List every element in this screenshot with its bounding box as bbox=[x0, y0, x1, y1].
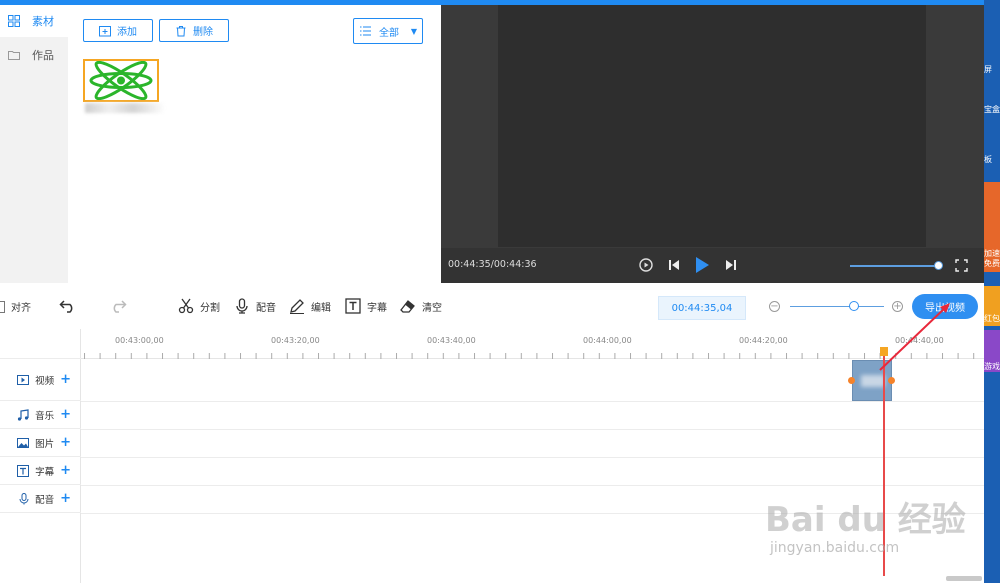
sidebar-item-label: 素材 bbox=[32, 15, 54, 28]
add-dub-icon[interactable]: + bbox=[60, 491, 71, 506]
track-subtitle: 字幕 + bbox=[0, 457, 81, 485]
clip-trim-handle-right[interactable] bbox=[888, 377, 895, 384]
zoom-slider-thumb[interactable] bbox=[849, 301, 859, 311]
preview-screen bbox=[498, 5, 926, 247]
atom-logo-image bbox=[89, 60, 153, 101]
add-video-icon[interactable]: + bbox=[60, 372, 71, 387]
sidebar-item-works[interactable]: 作品 bbox=[0, 39, 68, 71]
watermark-brand: Bai du 经验 bbox=[765, 500, 966, 540]
media-panel bbox=[68, 5, 440, 283]
add-button[interactable]: 添加 bbox=[83, 19, 153, 42]
dub-button[interactable]: 配音 bbox=[234, 298, 276, 314]
subtitle-button[interactable]: 字幕 bbox=[345, 298, 387, 314]
annotation-arrow bbox=[879, 303, 950, 371]
align-toggle[interactable]: 对齐 bbox=[0, 299, 31, 314]
redo-icon[interactable] bbox=[109, 298, 127, 314]
scissors-icon bbox=[178, 298, 194, 314]
track-header-spacer bbox=[0, 329, 81, 359]
sidebar-item-label: 作品 bbox=[32, 49, 54, 62]
trash-icon bbox=[176, 25, 186, 36]
clear-button[interactable]: 清空 bbox=[400, 298, 442, 314]
ruler-tick-label: 00:43:40,00 bbox=[427, 336, 476, 345]
add-music-icon[interactable]: + bbox=[60, 407, 71, 422]
music-icon bbox=[17, 408, 29, 421]
add-subtitle-icon[interactable]: + bbox=[60, 463, 71, 478]
clip-thumb-blurred bbox=[861, 375, 885, 387]
add-file-icon bbox=[99, 25, 111, 36]
text-box-icon bbox=[345, 298, 361, 314]
thumbnail-caption-blurred bbox=[85, 103, 165, 113]
ruler-ticks bbox=[81, 348, 984, 359]
mic-icon bbox=[19, 492, 29, 504]
preview-time: 00:44:35/00:44:36 bbox=[448, 259, 537, 270]
music-track-lane[interactable] bbox=[81, 402, 984, 430]
fullscreen-icon[interactable] bbox=[955, 259, 968, 272]
horizontal-scrollbar[interactable] bbox=[946, 576, 982, 581]
undo-icon[interactable] bbox=[59, 298, 77, 314]
replay-icon[interactable] bbox=[638, 257, 654, 273]
text-icon bbox=[17, 464, 30, 477]
filter-select[interactable]: 全部 ▼ bbox=[353, 18, 423, 44]
folder-icon bbox=[8, 51, 20, 60]
timecode-display: 00:44:35,04 bbox=[658, 296, 746, 320]
track-dub: 配音 + bbox=[0, 485, 81, 513]
add-image-icon[interactable]: + bbox=[60, 435, 71, 450]
edit-button[interactable]: 编辑 bbox=[289, 298, 331, 314]
sidebar-item-materials[interactable]: 素材 bbox=[0, 5, 68, 37]
play-icon[interactable] bbox=[694, 256, 710, 274]
image-track-lane[interactable] bbox=[81, 430, 984, 458]
ruler-tick-label: 00:44:00,00 bbox=[583, 336, 632, 345]
ruler-tick-label: 00:43:20,00 bbox=[271, 336, 320, 345]
volume-slider-thumb[interactable] bbox=[934, 261, 943, 270]
video-icon bbox=[17, 374, 30, 385]
checkbox-icon bbox=[0, 300, 5, 313]
zoom-out-icon[interactable]: − bbox=[769, 301, 780, 312]
mic-icon bbox=[236, 298, 248, 314]
eraser-icon bbox=[400, 300, 415, 313]
watermark-url: jingyan.baidu.com bbox=[770, 540, 900, 556]
next-frame-icon[interactable] bbox=[724, 258, 738, 272]
pencil-icon bbox=[290, 299, 304, 314]
caret-down-icon: ▼ bbox=[410, 26, 417, 36]
prev-frame-icon[interactable] bbox=[667, 258, 681, 272]
subtitle-track-lane[interactable] bbox=[81, 458, 984, 486]
grid-icon bbox=[8, 15, 20, 27]
image-icon bbox=[17, 437, 30, 448]
list-icon bbox=[360, 26, 371, 36]
volume-slider[interactable] bbox=[850, 265, 938, 267]
split-button[interactable]: 分割 bbox=[178, 298, 220, 314]
media-thumbnail[interactable] bbox=[83, 59, 159, 102]
clip-trim-handle-left[interactable] bbox=[848, 377, 855, 384]
ruler-tick-label: 00:44:20,00 bbox=[739, 336, 788, 345]
ruler-tick-label: 00:43:00,00 bbox=[115, 336, 164, 345]
timeline-ruler[interactable]: 00:43:00,00 00:43:20,00 00:43:40,00 00:4… bbox=[81, 329, 984, 359]
track-video: 视频 + bbox=[0, 359, 81, 401]
track-image: 图片 + bbox=[0, 429, 81, 457]
delete-button[interactable]: 删除 bbox=[159, 19, 229, 42]
desktop-side-strip: 屏 宝盒 板 加速 免费 红包 游戏 bbox=[984, 0, 1000, 583]
track-music: 音乐 + bbox=[0, 401, 81, 429]
